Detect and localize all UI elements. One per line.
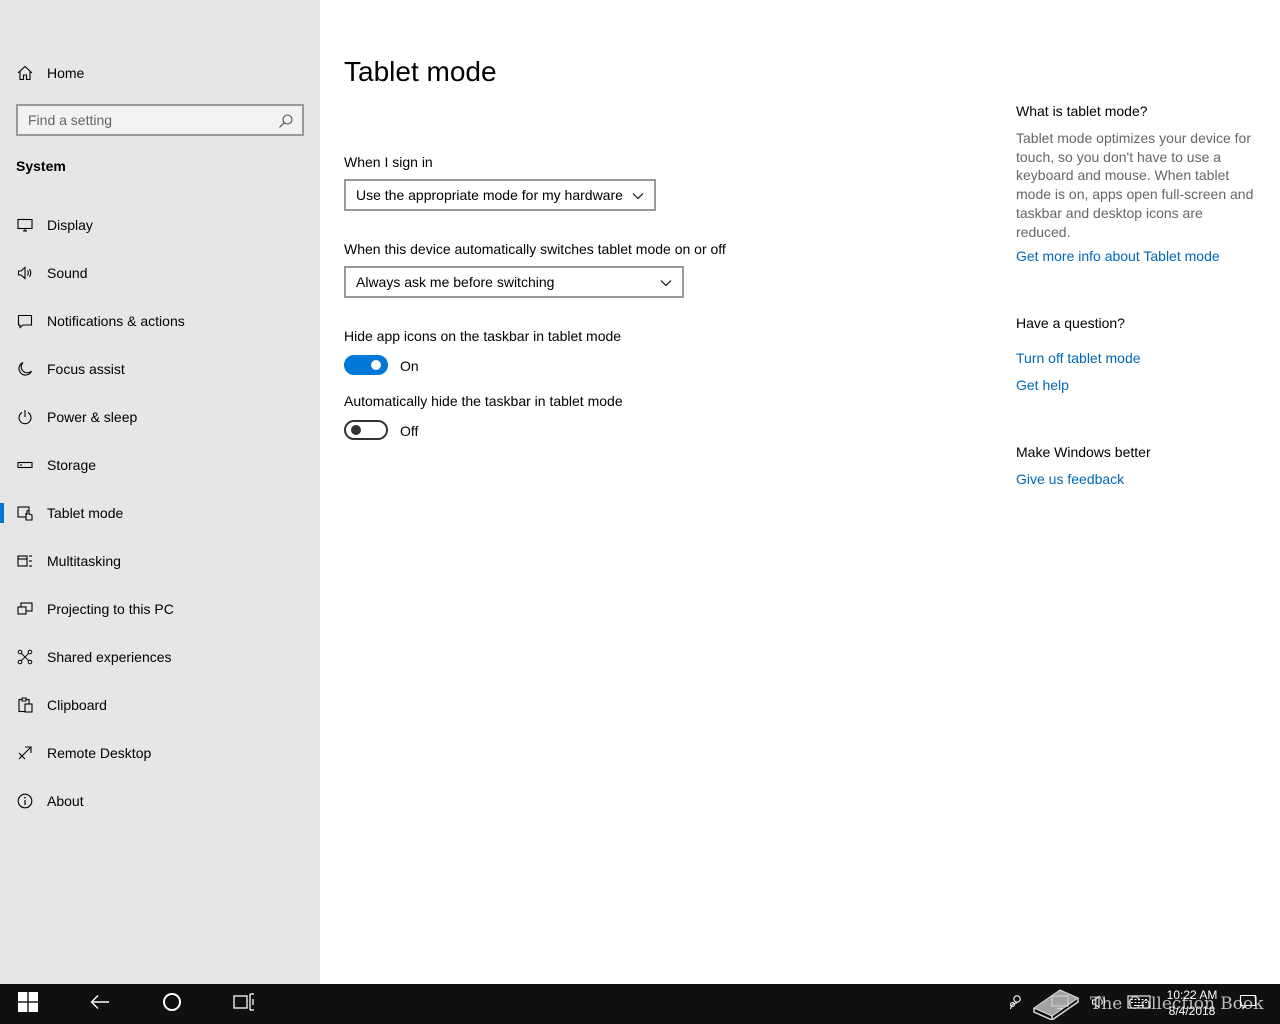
clipboard-icon [16,696,34,714]
search-input[interactable] [18,106,268,134]
sidebar-item-label: Focus assist [47,361,125,377]
auto-hide-label: Automatically hide the taskbar in tablet… [344,393,623,409]
notifications-icon [16,312,34,330]
clock-date: 8/4/2018 [1168,1004,1216,1018]
switch-label: When this device automatically switches … [344,241,726,257]
task-view-icon [233,992,255,1016]
nav-home-label: Home [47,65,85,81]
question-heading: Have a question? [1016,315,1125,331]
storage-icon [16,456,34,474]
sidebar: Home System Display Sound Notifications … [0,0,320,984]
sidebar-item-label: Shared experiences [47,649,172,665]
main-content: Tablet mode When I sign in Use the appro… [320,0,1280,984]
volume-button[interactable] [1088,984,1112,1024]
sidebar-item-remote-desktop[interactable]: Remote Desktop [0,733,320,773]
back-arrow-icon [90,994,110,1015]
windows-logo-icon [18,991,38,1017]
sidebar-item-display[interactable]: Display [0,205,320,245]
moon-icon [16,360,34,378]
action-center-icon [1239,994,1257,1015]
clock-time: 10:22 AM [1166,988,1218,1002]
back-button[interactable] [76,984,124,1024]
switch-dropdown-value: Always ask me before switching [356,274,555,290]
multitasking-icon [16,552,34,570]
sidebar-item-tablet-mode[interactable]: Tablet mode [0,493,320,533]
auto-hide-toggle[interactable] [344,420,388,440]
speaker-icon [1091,994,1109,1015]
sidebar-item-power-sleep[interactable]: Power & sleep [0,397,320,437]
switch-dropdown[interactable]: Always ask me before switching [344,266,684,298]
sidebar-item-notifications[interactable]: Notifications & actions [0,301,320,341]
hide-icons-state: On [400,358,419,374]
page-title: Tablet mode [344,56,497,87]
people-button[interactable] [1004,984,1028,1024]
task-view-button[interactable] [220,984,268,1024]
sign-in-dropdown[interactable]: Use the appropriate mode for my hardware [344,179,656,211]
sign-in-dropdown-value: Use the appropriate mode for my hardware [356,187,623,203]
network-icon [1051,994,1069,1015]
sidebar-item-focus-assist[interactable]: Focus assist [0,349,320,389]
sidebar-item-label: Notifications & actions [47,313,185,329]
remote-desktop-icon [16,744,34,762]
info-icon [16,792,34,810]
sidebar-item-projecting[interactable]: Projecting to this PC [0,589,320,629]
display-icon [16,216,34,234]
sidebar-item-label: About [47,793,84,809]
turn-off-tablet-link[interactable]: Turn off tablet mode [1016,350,1141,366]
tablet-mode-icon [16,504,34,522]
auto-hide-state: Off [400,423,419,439]
sidebar-item-clipboard[interactable]: Clipboard [0,685,320,725]
get-help-link[interactable]: Get help [1016,377,1069,393]
sound-icon [16,264,34,282]
start-button[interactable] [4,984,52,1024]
search-icon[interactable] [278,113,294,129]
sidebar-item-label: Tablet mode [47,505,124,521]
shared-experiences-icon [16,648,34,666]
sidebar-item-sound[interactable]: Sound [0,253,320,293]
taskbar: The Collection Book 10:22 AM 8/4/2018 [0,984,1280,1024]
toggle-knob [351,425,361,435]
hide-icons-toggle[interactable] [344,355,388,375]
sidebar-item-storage[interactable]: Storage [0,445,320,485]
cortana-button[interactable] [148,984,196,1024]
what-is-heading: What is tablet mode? [1016,103,1148,119]
toggle-knob [371,360,381,370]
sidebar-item-label: Remote Desktop [47,745,152,761]
feedback-link[interactable]: Give us feedback [1016,471,1124,487]
sidebar-item-shared-experiences[interactable]: Shared experiences [0,637,320,677]
network-button[interactable] [1048,984,1072,1024]
sidebar-item-about[interactable]: About [0,781,320,821]
action-center-button[interactable] [1236,984,1260,1024]
search-box[interactable] [16,104,304,136]
nav-home[interactable]: Home [0,53,320,93]
touch-keyboard-button[interactable] [1126,984,1152,1024]
sidebar-item-label: Display [47,217,93,233]
power-icon [16,408,34,426]
sidebar-item-label: Power & sleep [47,409,138,425]
people-icon [1008,994,1024,1015]
sidebar-item-label: Projecting to this PC [47,601,174,617]
clock[interactable]: 10:22 AM 8/4/2018 [1160,987,1224,1019]
sidebar-item-multitasking[interactable]: Multitasking [0,541,320,581]
home-icon [16,64,34,82]
chevron-down-icon [660,276,672,288]
sidebar-item-label: Multitasking [47,553,121,569]
make-windows-better-heading: Make Windows better [1016,444,1151,460]
section-title: System [16,158,66,174]
sign-in-label: When I sign in [344,154,433,170]
what-is-text: Tablet mode optimizes your device for to… [1016,130,1254,240]
more-info-link[interactable]: Get more info about Tablet mode [1016,248,1220,264]
sidebar-item-label: Sound [47,265,88,281]
hide-icons-label: Hide app icons on the taskbar in tablet … [344,328,622,344]
sidebar-item-label: Clipboard [47,697,107,713]
cortana-circle-icon [162,992,182,1017]
sidebar-item-label: Storage [47,457,97,473]
chevron-down-icon [632,189,644,201]
projecting-icon [16,600,34,618]
keyboard-icon [1127,994,1151,1014]
